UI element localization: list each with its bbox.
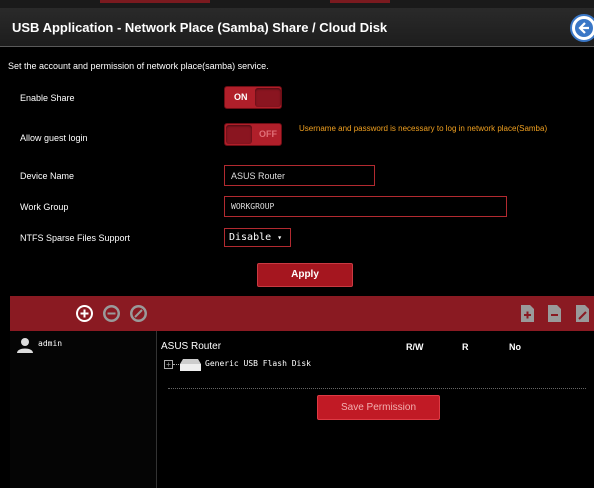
chevron-down-icon: ▾ — [277, 233, 283, 242]
top-tab-indicator — [100, 0, 210, 3]
user-avatar-icon[interactable] — [16, 337, 34, 358]
edit-account-icon[interactable] — [130, 305, 147, 322]
save-permission-button[interactable]: Save Permission — [317, 395, 440, 420]
usb-disk-icon — [180, 358, 201, 371]
device-name-label: Device Name — [20, 171, 75, 181]
back-arrow-icon — [575, 19, 593, 37]
device-name-display: ASUS Router — [161, 341, 222, 352]
divider — [0, 46, 594, 47]
ntfs-select-value: Disable — [229, 232, 272, 243]
account-toolbar — [10, 296, 594, 331]
add-account-icon[interactable] — [76, 305, 93, 322]
column-r: R — [462, 342, 469, 352]
work-group-input[interactable] — [224, 196, 507, 217]
top-strip — [0, 0, 594, 8]
delete-account-icon[interactable] — [103, 305, 120, 322]
guest-login-label: Allow guest login — [20, 133, 88, 143]
usb-disk-label[interactable]: Generic USB Flash Disk — [205, 359, 311, 368]
work-group-label: Work Group — [20, 202, 69, 212]
toggle-state-text: OFF — [259, 129, 277, 139]
enable-share-toggle[interactable]: ON — [224, 86, 282, 109]
expand-toggle[interactable]: + — [164, 360, 173, 369]
apply-button[interactable]: Apply — [257, 263, 353, 287]
page-title: USB Application - Network Place (Samba) … — [12, 20, 388, 35]
ntfs-select[interactable]: Disable ▾ — [224, 228, 291, 247]
enable-share-label: Enable Share — [20, 93, 75, 103]
back-button[interactable] — [570, 14, 594, 42]
device-name-input[interactable] — [224, 165, 375, 186]
top-tab-indicator — [330, 0, 390, 3]
account-item-admin[interactable]: admin — [38, 339, 62, 348]
guest-login-note: Username and password is necessary to lo… — [299, 124, 548, 133]
add-folder-icon[interactable] — [519, 304, 536, 323]
ntfs-label: NTFS Sparse Files Support — [20, 233, 131, 243]
delete-folder-icon[interactable] — [546, 304, 563, 323]
guest-login-toggle[interactable]: OFF — [224, 123, 282, 146]
column-rw: R/W — [406, 342, 424, 352]
divider — [168, 388, 586, 389]
column-no: No — [509, 342, 521, 352]
tree-line — [173, 364, 179, 365]
toggle-state-text: ON — [234, 92, 248, 102]
rename-folder-icon[interactable] — [574, 304, 591, 323]
toggle-knob — [226, 125, 252, 144]
toggle-knob — [255, 88, 281, 107]
page-description: Set the account and permission of networ… — [8, 61, 269, 71]
